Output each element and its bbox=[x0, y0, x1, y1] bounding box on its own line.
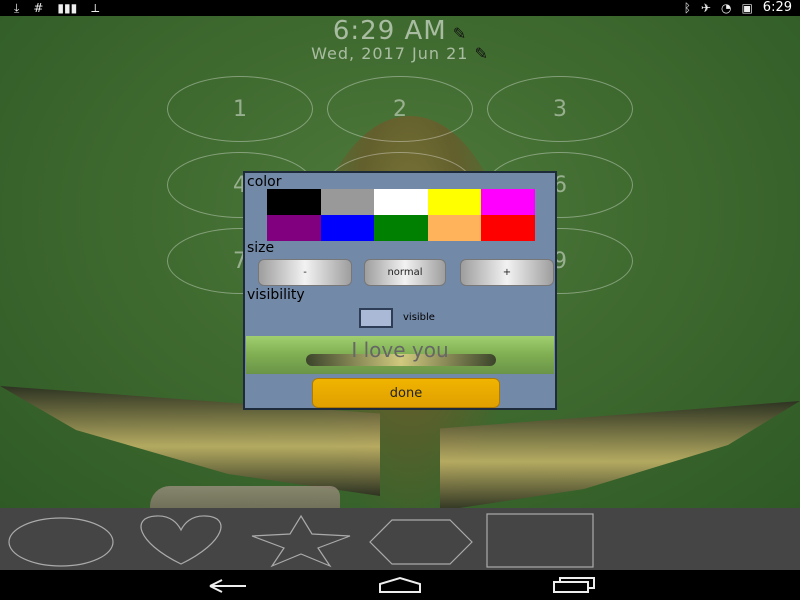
edit-time-icon[interactable]: ✎ bbox=[453, 24, 467, 43]
hexagon-shape-icon[interactable] bbox=[366, 512, 476, 568]
bird-perch bbox=[150, 486, 340, 508]
hash-icon: # bbox=[33, 1, 44, 15]
color-swatch-orange[interactable] bbox=[427, 215, 482, 241]
status-left-icons: ⤓ # ▮▮▮ ⟂ bbox=[14, 0, 99, 16]
color-swatch-black[interactable] bbox=[267, 189, 321, 215]
circle-shape-icon[interactable] bbox=[6, 512, 116, 568]
color-label: color bbox=[247, 174, 282, 190]
download-icon: ⤓ bbox=[14, 1, 20, 15]
shape-tray bbox=[0, 508, 800, 570]
edit-date-icon[interactable]: ✎ bbox=[474, 44, 488, 63]
size-decrease-label: - bbox=[303, 267, 307, 278]
size-increase-label: + bbox=[502, 267, 512, 278]
status-time: 6:29 bbox=[762, 0, 792, 15]
home-icon[interactable] bbox=[376, 576, 424, 594]
pin-key-2[interactable]: 2 bbox=[327, 76, 473, 142]
navigation-bar bbox=[0, 570, 800, 600]
visible-checkbox[interactable] bbox=[359, 308, 393, 328]
status-right-icons: ᛒ ✈ ◔ ▣ 6:29 bbox=[684, 0, 792, 16]
lockscreen-date: Wed, 2017 Jun 21 ✎ bbox=[0, 44, 800, 63]
visible-checkbox-label: visible bbox=[403, 312, 435, 323]
time-text: 6:29 AM bbox=[332, 16, 447, 46]
pin-key-label: 3 bbox=[553, 96, 567, 122]
style-dialog: color size - normal + visibility visible… bbox=[243, 171, 557, 410]
color-swatch-blue[interactable] bbox=[320, 215, 375, 241]
color-swatch-magenta[interactable] bbox=[481, 189, 535, 215]
size-label: size bbox=[247, 240, 275, 256]
color-swatch-gray[interactable] bbox=[320, 189, 375, 215]
color-palette bbox=[267, 189, 535, 241]
pin-key-label: 2 bbox=[393, 96, 407, 122]
preview-text: I love you bbox=[351, 338, 449, 362]
back-icon[interactable] bbox=[206, 576, 252, 594]
recents-icon[interactable] bbox=[550, 576, 598, 594]
color-swatch-yellow[interactable] bbox=[427, 189, 482, 215]
heart-shape-icon[interactable] bbox=[126, 512, 236, 568]
pin-key-1[interactable]: 1 bbox=[167, 76, 313, 142]
share-icon: ⟂ bbox=[91, 1, 100, 15]
color-swatch-purple[interactable] bbox=[267, 215, 321, 241]
text-preview: I love you bbox=[246, 336, 554, 374]
battery-icon: ▣ bbox=[741, 1, 753, 15]
done-label: done bbox=[389, 385, 423, 401]
bluetooth-icon: ᛒ bbox=[683, 1, 691, 15]
color-swatch-white[interactable] bbox=[374, 189, 428, 215]
status-bar: ⤓ # ▮▮▮ ⟂ ᛒ ✈ ◔ ▣ 6:29 bbox=[0, 0, 800, 16]
star-shape-icon[interactable] bbox=[246, 512, 356, 568]
pin-key-label: 1 bbox=[233, 96, 247, 122]
size-normal-label: normal bbox=[387, 267, 423, 278]
color-swatch-red[interactable] bbox=[481, 215, 535, 241]
size-normal-button[interactable]: normal bbox=[364, 259, 446, 286]
done-button[interactable]: done bbox=[312, 378, 500, 408]
lockscreen-time: 6:29 AM ✎ bbox=[0, 16, 800, 46]
wifi-icon: ◔ bbox=[720, 1, 732, 15]
size-increase-button[interactable]: + bbox=[460, 259, 554, 286]
color-swatch-green[interactable] bbox=[374, 215, 428, 241]
airplane-icon: ✈ bbox=[700, 1, 711, 15]
barcode-icon: ▮▮▮ bbox=[57, 1, 78, 15]
size-decrease-button[interactable]: - bbox=[258, 259, 352, 286]
pin-key-3[interactable]: 3 bbox=[487, 76, 633, 142]
visibility-label: visibility bbox=[247, 287, 305, 303]
rectangle-shape-icon[interactable] bbox=[486, 512, 596, 568]
date-text: Wed, 2017 Jun 21 bbox=[311, 44, 469, 63]
